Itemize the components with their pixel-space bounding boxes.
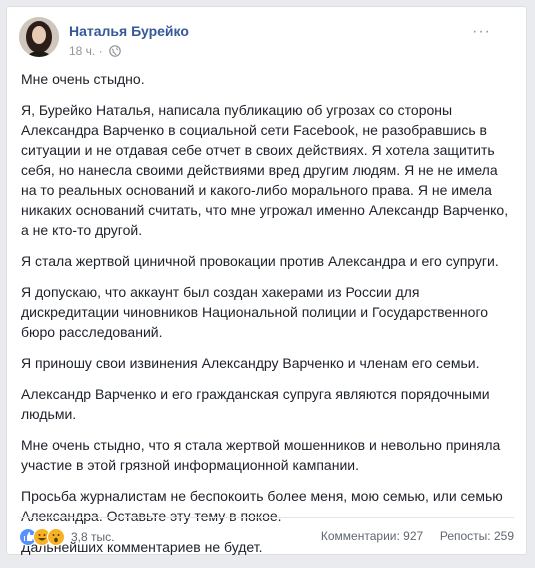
post-paragraph: Мне очень стыдно. <box>21 71 145 87</box>
post-paragraph: Я стала жертвой циничной провокации прот… <box>21 253 499 269</box>
more-dots-icon[interactable]: ··· <box>472 23 491 41</box>
reactions-count[interactable]: 3,8 тыс. <box>71 530 114 544</box>
shares-count[interactable]: Репосты: 259 <box>440 529 514 543</box>
author-avatar[interactable] <box>19 17 59 57</box>
post-paragraph: Я допускаю, что аккаунт был создан хакер… <box>21 284 489 340</box>
post-paragraph: Я приношу свои извинения Александру Варч… <box>21 355 480 371</box>
post-paragraph: Мне очень стыдно, что я стала жертвой мо… <box>21 437 501 473</box>
post-time[interactable]: 18 ч. <box>69 44 95 58</box>
post-footer: 3,8 тыс. Комментарии: 927 Репосты: 259 <box>19 517 514 548</box>
comments-count[interactable]: Комментарии: 927 <box>321 529 423 543</box>
author-name[interactable]: Наталья Бурейко <box>69 23 189 39</box>
post-paragraph: Александр Варченко и его гражданская суп… <box>21 386 490 422</box>
post-stats: Комментарии: 927 Репосты: 259 <box>321 529 514 543</box>
post-text: Мне очень стыдно. Я, Бурейко Наталья, на… <box>21 69 511 568</box>
post-card: Наталья Бурейко 18 ч. · ··· Мне очень ст… <box>6 6 527 555</box>
globe-icon[interactable] <box>109 45 121 60</box>
wow-icon[interactable] <box>47 528 65 546</box>
post-paragraph: Я, Бурейко Наталья, написала публикацию … <box>21 102 509 238</box>
reactions-summary[interactable]: 3,8 тыс. <box>19 528 114 546</box>
post-meta: 18 ч. · <box>69 44 121 60</box>
post-header: Наталья Бурейко 18 ч. · ··· <box>19 17 499 61</box>
